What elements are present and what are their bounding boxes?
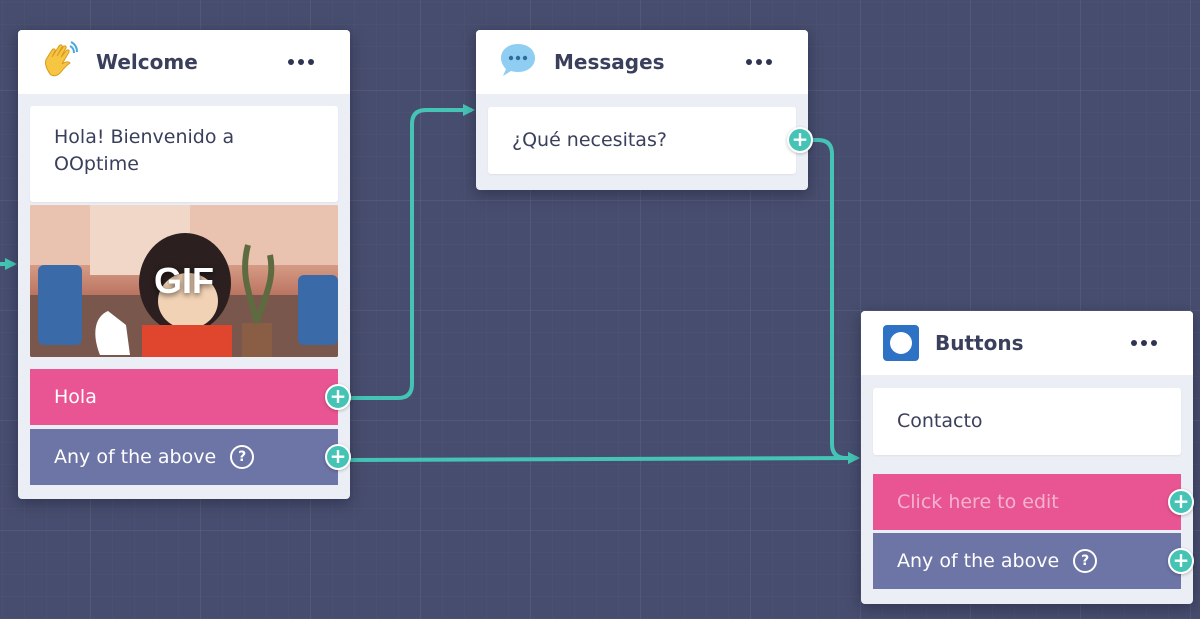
messages-node-body: ¿Qué necesitas? + (476, 94, 813, 188)
question-circle-icon[interactable]: ? (1073, 549, 1098, 573)
welcome-node-body: Hola! Bienvenido a OOptime GIF (18, 94, 350, 357)
node-title: Buttons (935, 331, 1024, 355)
connector-messages-to-buttons[interactable] (804, 138, 860, 464)
more-options-icon[interactable] (746, 59, 772, 65)
add-connection-handle[interactable]: + (325, 384, 351, 410)
buttons-node-body: Contacto Click here to edit + Any of the… (861, 375, 1194, 589)
node-title: Welcome (96, 50, 198, 74)
button-option-edit[interactable]: Click here to edit + (873, 474, 1194, 530)
button-node-icon (883, 325, 919, 361)
buttons-node[interactable]: Buttons Contacto Click here to edit + An… (861, 311, 1194, 604)
connector-hola-to-messages[interactable] (350, 104, 475, 400)
question-circle-icon[interactable]: ? (230, 445, 255, 469)
more-options-icon[interactable] (288, 59, 314, 65)
connector-fallback-to-buttons[interactable] (349, 452, 860, 465)
button-option-fallback[interactable]: Any of the above ? + (873, 533, 1194, 589)
buttons-node-header[interactable]: Buttons (861, 311, 1193, 375)
welcome-node[interactable]: Welcome Hola! Bienvenido a OOptime GIF H… (18, 30, 351, 499)
message-text[interactable]: Contacto (873, 388, 1181, 455)
button-option-hola[interactable]: Hola + (30, 369, 351, 425)
messages-node-header[interactable]: Messages (476, 30, 808, 94)
messages-node[interactable]: Messages ¿Qué necesitas? + (476, 30, 813, 190)
gif-preview[interactable]: GIF (30, 205, 338, 357)
add-connection-handle[interactable]: + (1168, 548, 1194, 574)
add-connection-handle[interactable]: + (1168, 489, 1194, 515)
message-text-content: Contacto (897, 410, 983, 432)
message-text[interactable]: ¿Qué necesitas? + (488, 107, 813, 174)
add-connection-handle[interactable]: + (787, 127, 813, 153)
message-text[interactable]: Hola! Bienvenido a OOptime (30, 106, 338, 202)
button-label: Hola (54, 386, 97, 408)
button-label: Click here to edit (897, 491, 1059, 513)
message-text-content: ¿Qué necesitas? (512, 129, 667, 151)
add-connection-handle[interactable]: + (325, 444, 351, 470)
gif-label: GIF (154, 260, 214, 301)
node-title: Messages (554, 50, 665, 74)
waving-hand-icon (40, 40, 80, 85)
button-label: Any of the above (54, 446, 217, 468)
button-label: Any of the above (897, 550, 1060, 572)
welcome-node-header[interactable]: Welcome (18, 30, 350, 94)
more-options-icon[interactable] (1131, 340, 1157, 346)
button-option-fallback[interactable]: Any of the above ? + (30, 429, 351, 485)
speech-bubble-icon (498, 40, 538, 85)
